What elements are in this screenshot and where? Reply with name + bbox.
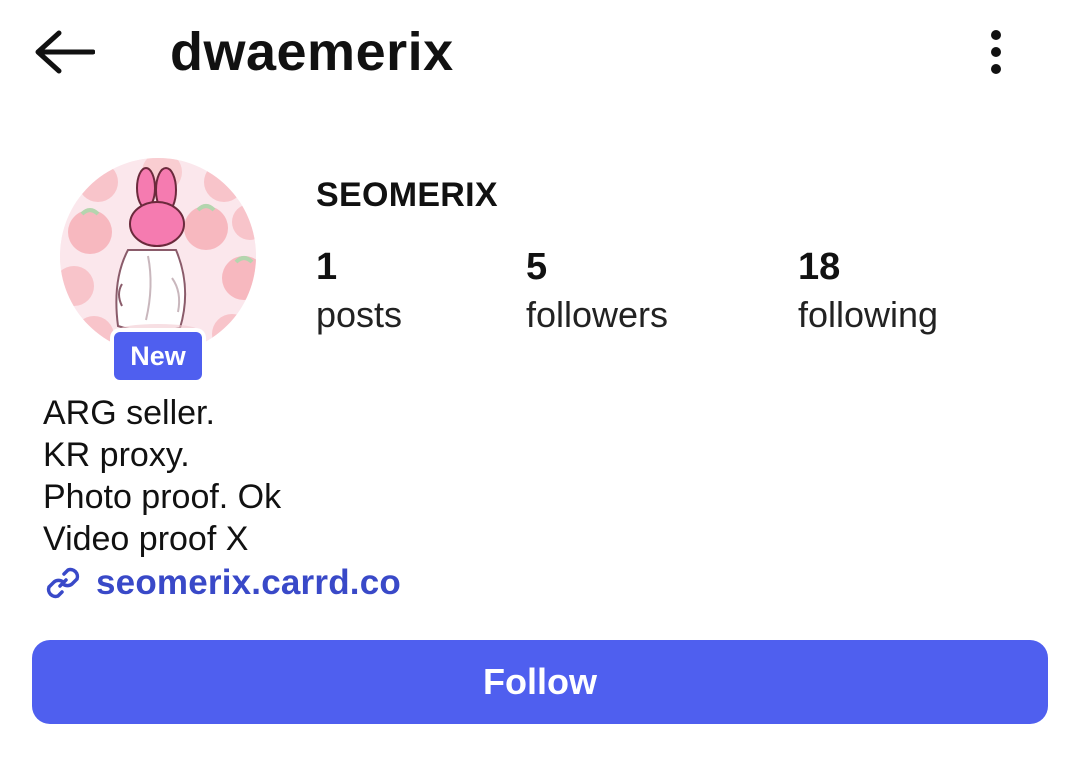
bio: ARG seller. KR proxy. Photo proof. Ok Vi… bbox=[43, 392, 281, 560]
followers-count: 5 bbox=[526, 246, 548, 288]
back-button[interactable] bbox=[28, 22, 100, 82]
website-link[interactable]: seomerix.carrd.co bbox=[42, 562, 401, 604]
following-label: following bbox=[798, 294, 939, 335]
followers-label: followers bbox=[526, 294, 669, 335]
website-link-text[interactable]: seomerix.carrd.co bbox=[96, 563, 401, 603]
avatar[interactable] bbox=[60, 158, 256, 354]
follow-button[interactable]: Follow bbox=[32, 640, 1048, 724]
posts-stat[interactable]: 1 posts bbox=[316, 244, 402, 340]
bio-line: Photo proof. Ok bbox=[43, 478, 282, 516]
arrow-left-icon bbox=[35, 30, 95, 74]
link-icon bbox=[42, 562, 84, 604]
more-vertical-icon bbox=[991, 30, 1001, 74]
posts-count: 1 bbox=[316, 246, 338, 288]
posts-label: posts bbox=[316, 294, 403, 335]
bio-line: ARG seller. bbox=[43, 394, 215, 432]
new-badge: New bbox=[114, 332, 202, 380]
bio-line: KR proxy. bbox=[43, 436, 190, 474]
following-count: 18 bbox=[798, 246, 841, 288]
more-options-button[interactable] bbox=[970, 24, 1022, 80]
top-bar: dwaemerix bbox=[0, 0, 1078, 110]
bio-line: Video proof X bbox=[43, 520, 249, 558]
display-name: SEOMERIX bbox=[316, 176, 498, 214]
followers-stat[interactable]: 5 followers bbox=[526, 244, 668, 340]
avatar-bunny-image bbox=[60, 158, 256, 354]
profile-username: dwaemerix bbox=[170, 22, 454, 82]
following-stat[interactable]: 18 following bbox=[798, 244, 938, 340]
